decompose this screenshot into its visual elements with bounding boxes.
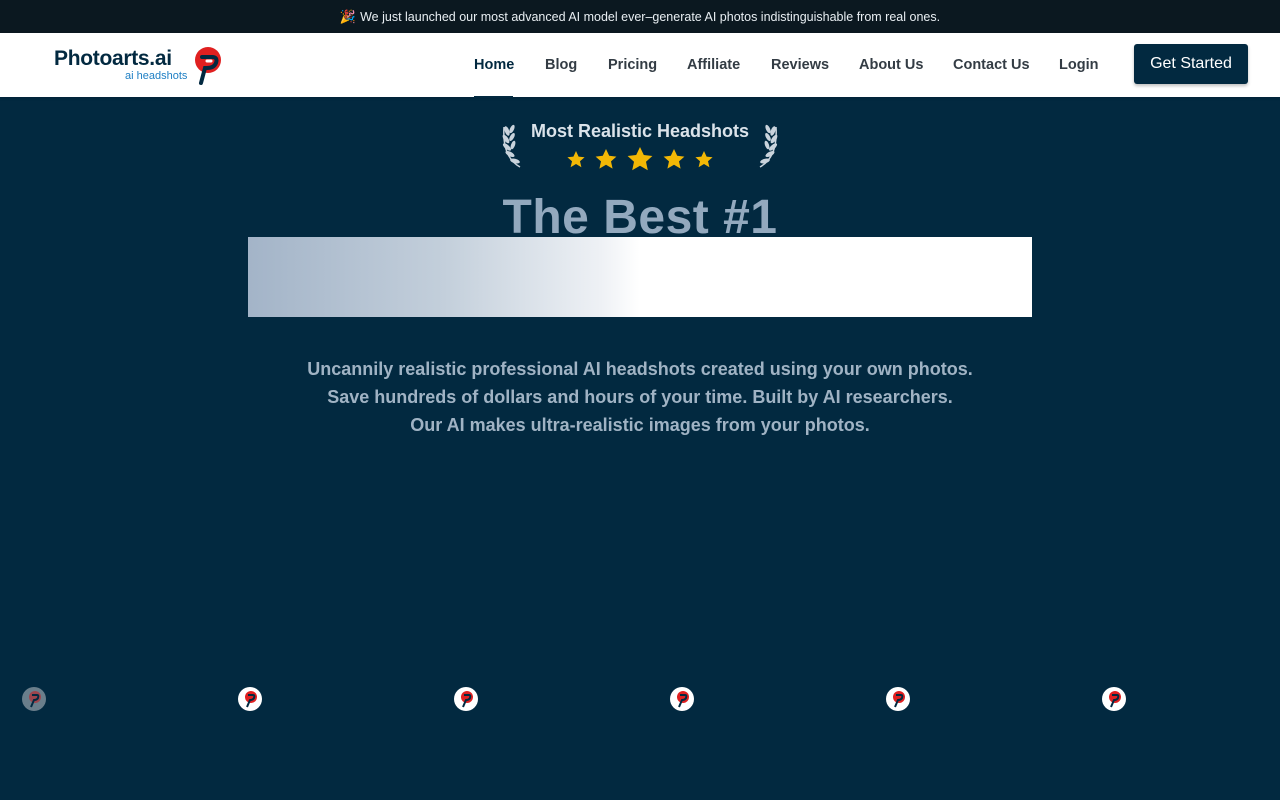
hero-description: Uncannily realistic professional AI head… — [0, 355, 1280, 439]
star-icon — [663, 149, 685, 169]
party-popper-icon: 🎉 — [339, 8, 357, 24]
nav-home[interactable]: Home — [474, 33, 514, 97]
nav-reviews[interactable]: Reviews — [771, 33, 829, 97]
nav-affiliate[interactable]: Affiliate — [687, 33, 740, 97]
description-line: Our AI makes ultra-realistic images from… — [410, 415, 870, 435]
star-icon — [595, 149, 617, 169]
brand-name: Photoarts.ai — [54, 47, 172, 70]
award-title: Most Realistic Headshots — [530, 121, 750, 141]
gallery-badge-icon — [886, 687, 910, 711]
top-navbar: Photoarts.ai ai headshots Home Blog Pric… — [0, 33, 1280, 98]
announcement-text: We just launched our most advanced AI mo… — [360, 9, 941, 24]
description-line: Save hundreds of dollars and hours of yo… — [327, 387, 953, 407]
nav-login[interactable]: Login — [1059, 33, 1098, 97]
get-started-button[interactable]: Get Started — [1134, 44, 1248, 84]
nav-contact-us[interactable]: Contact Us — [953, 33, 1030, 97]
gallery-badge-icon — [670, 687, 694, 711]
animated-text-box — [248, 237, 1032, 317]
gallery-badge-icon — [238, 687, 262, 711]
gallery-badge-icon — [22, 687, 46, 711]
gallery-badge-icon — [1102, 687, 1126, 711]
nav-about-us[interactable]: About Us — [859, 33, 923, 97]
star-icon — [627, 147, 653, 171]
award-badge: Most Realistic Headshots — [498, 119, 782, 175]
description-line: Uncannily realistic professional AI head… — [307, 359, 973, 379]
brand-logo[interactable]: Photoarts.ai ai headshots — [54, 45, 234, 87]
nav-pricing[interactable]: Pricing — [608, 33, 657, 97]
nav-blog[interactable]: Blog — [545, 33, 577, 97]
star-icon — [695, 151, 713, 168]
announcement-bar: 🎉 We just launched our most advanced AI … — [0, 0, 1280, 33]
gallery-badge-icon — [454, 687, 478, 711]
star-icon — [567, 151, 585, 168]
hero-section: Most Realistic Headshots The Best #1 Unc… — [0, 97, 1280, 800]
brand-mark-icon — [195, 47, 221, 85]
star-rating — [567, 147, 713, 171]
brand-tagline: ai headshots — [125, 70, 188, 82]
